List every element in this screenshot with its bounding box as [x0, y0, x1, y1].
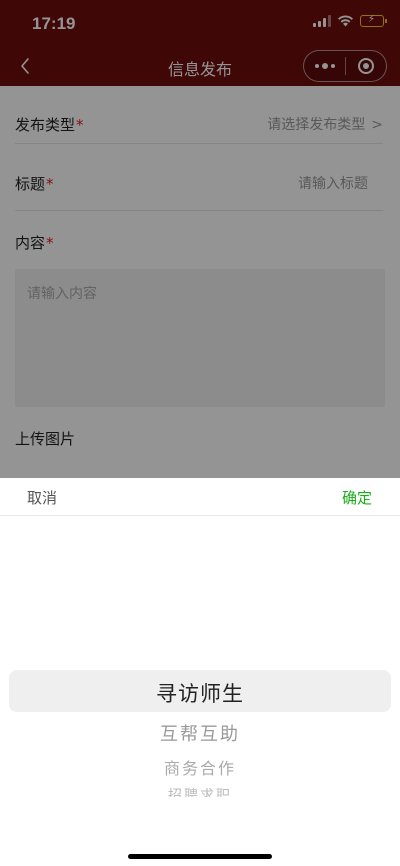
modal-mask[interactable] — [0, 0, 400, 478]
home-indicator — [128, 854, 272, 859]
picker-option[interactable]: 商务合作 — [0, 755, 400, 779]
cancel-button[interactable]: 取消 — [27, 487, 57, 508]
picker-option-selected[interactable]: 寻访师生 — [0, 678, 400, 708]
picker-sheet: 取消 确定 寻访师生 互帮互助 商务合作 招聘求职 — [0, 478, 400, 866]
confirm-button[interactable]: 确定 — [342, 487, 372, 508]
picker-option[interactable]: 互帮互助 — [0, 720, 400, 746]
picker-option[interactable]: 招聘求职 — [0, 785, 400, 797]
picker-toolbar: 取消 确定 — [0, 478, 400, 516]
